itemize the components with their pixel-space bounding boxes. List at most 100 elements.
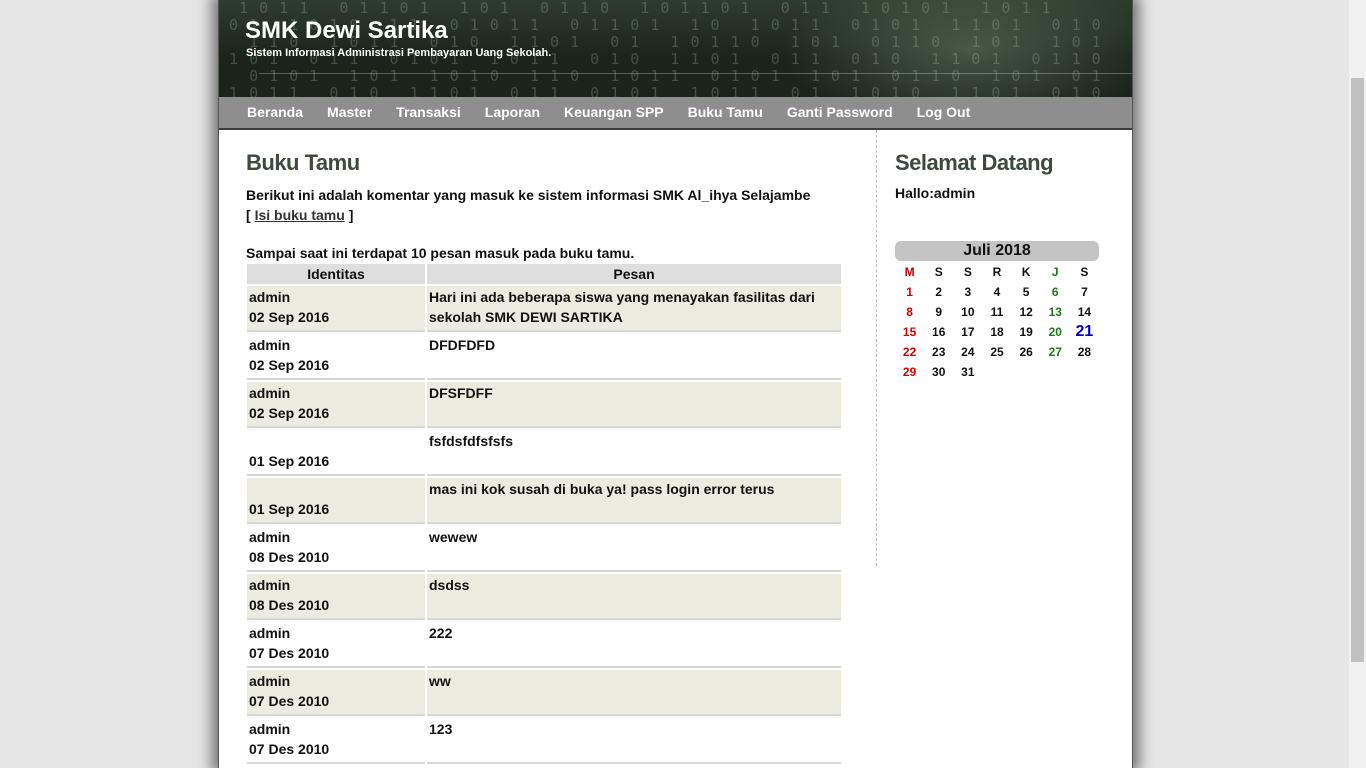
table-row: admin 07 Des 2010 ww: [247, 670, 841, 716]
weekday-label: J: [1051, 265, 1059, 279]
nav-item-laporan[interactable]: Laporan: [473, 97, 552, 128]
calendar-day-today: 21: [1075, 323, 1094, 340]
calendar-day: 2: [935, 285, 943, 299]
site-title: SMK Dewi Sartika: [245, 17, 448, 44]
author-name: admin: [249, 289, 291, 305]
author-name: admin: [249, 673, 291, 689]
nav-item-ganti-password[interactable]: Ganti Password: [775, 97, 905, 128]
message-cell: DFSFDFF: [427, 382, 841, 428]
scrollbar-thumb[interactable]: [1351, 78, 1364, 662]
calendar-day: 6: [1051, 285, 1059, 299]
table-row: admin 02 Sep 2016 DFDFDFD: [247, 334, 841, 380]
calendar-day: 27: [1048, 345, 1062, 359]
identity-cell: admin 02 Sep 2016: [247, 334, 425, 380]
calendar-day: 10: [961, 305, 975, 319]
table-row: admin 02 Sep 2016 Hari ini ada beberapa s…: [247, 286, 841, 332]
identity-cell: 01 Sep 2016: [247, 430, 425, 476]
post-date: 02 Sep 2016: [249, 405, 330, 421]
main-navbar: Beranda Master Transaksi Laporan Keuanga…: [219, 97, 1132, 130]
calendar-days: 1 2 3 4 5 6 7 8 9 10 11 12 13 14 15 16 17 18 19 20 21 22 23 24 2…: [895, 282, 1099, 382]
calendar-day: 20: [1048, 325, 1062, 339]
page-scrollbar[interactable]: [1349, 0, 1366, 768]
nav-item-log-out[interactable]: Log Out: [905, 97, 983, 128]
calendar-week-row: 8 9 10 11 12 13 14: [895, 302, 1099, 322]
sign-guestbook-link[interactable]: Isi buku tamu: [255, 207, 345, 223]
intro-text-block: Berikut ini adalah komentar yang masuk k…: [246, 185, 846, 225]
calendar-day: 5: [1022, 285, 1030, 299]
page-title: Buku Tamu: [246, 150, 360, 175]
author-name: admin: [249, 625, 291, 641]
calendar-day: 1: [906, 285, 913, 299]
author-name: admin: [249, 385, 291, 401]
weekday-label: M: [904, 265, 915, 279]
weekday-label: S: [934, 265, 943, 279]
author-name: [249, 479, 423, 499]
author-name: admin: [249, 721, 291, 737]
calendar-day: 14: [1077, 305, 1092, 319]
calendar-widget: Juli 2018 M S S R K J S 1 2 3 4 5 6 7 8 9 10 11 12 1…: [895, 241, 1099, 382]
calendar-day: 8: [906, 305, 913, 319]
weekday-label: S: [963, 265, 972, 279]
post-date: 02 Sep 2016: [249, 357, 330, 373]
nav-item-master[interactable]: Master: [315, 97, 384, 128]
message-cell: wewew: [427, 526, 841, 572]
message-cell: dsdss: [427, 574, 841, 620]
calendar-day: 3: [964, 285, 972, 299]
calendar-day: 12: [1019, 305, 1033, 319]
post-date: 08 Des 2010: [249, 549, 330, 565]
table-row: 01 Sep 2016 mas ini kok susah di buka ya…: [247, 478, 841, 524]
header-divider: [259, 73, 1132, 74]
nav-item-beranda[interactable]: Beranda: [219, 97, 315, 128]
sign-guestbook-line: [ Isi buku tamu ]: [246, 205, 846, 225]
calendar-grid: M S S R K J S 1 2 3 4 5 6 7 8 9 10 11 12 13 14 15 16 17 1…: [895, 262, 1099, 382]
nav-item-transaksi[interactable]: Transaksi: [384, 97, 473, 128]
calendar-day: 31: [961, 365, 975, 379]
calendar-week-row: 15 16 17 18 19 20 21: [895, 322, 1099, 342]
sidebar: Selamat Datang Hallo:admin Juli 2018 M S…: [895, 150, 1105, 382]
main-content: Buku Tamu Berikut ini adalah komentar ya…: [246, 150, 846, 766]
bracket-open: [: [246, 207, 251, 223]
message-cell: 123: [427, 718, 841, 764]
calendar-day: 9: [935, 305, 943, 319]
message-cell: DFDFDFD: [427, 334, 841, 380]
site-tagline: Sistem Informasi Administrasi Pembayaran…: [246, 47, 552, 59]
author-name: [249, 431, 423, 451]
calendar-week-row: 1 2 3 4 5 6 7: [895, 282, 1099, 302]
user-greeting: Hallo:admin: [895, 185, 976, 201]
post-date: 07 Des 2010: [249, 741, 330, 757]
calendar-day: 23: [932, 345, 946, 359]
calendar-day: 4: [993, 285, 1001, 299]
nav-item-buku-tamu[interactable]: Buku Tamu: [676, 97, 775, 128]
author-name: admin: [249, 337, 291, 353]
calendar-day: 17: [961, 325, 975, 339]
identity-cell: admin 08 Des 2010: [247, 574, 425, 620]
table-row: admin 08 Des 2010 dsdss: [247, 574, 841, 620]
message-cell: mas ini kok susah di buka ya! pass login…: [427, 478, 841, 524]
calendar-day: 7: [1081, 285, 1088, 299]
calendar-day: 22: [902, 345, 917, 359]
table-row: admin 07 Des 2010 123: [247, 718, 841, 764]
message-cell: fsfdsfdfsfsfs: [427, 430, 841, 476]
calendar-day: 30: [932, 365, 946, 379]
calendar-weekday-row: M S S R K J S: [895, 262, 1099, 282]
post-date: 01 Sep 2016: [249, 453, 330, 469]
calendar-week-row: 29 30 31: [895, 362, 1099, 382]
calendar-day: 18: [990, 325, 1004, 339]
identity-cell: admin 07 Des 2010: [247, 622, 425, 668]
calendar-day: 15: [902, 325, 917, 339]
weekday-label: R: [992, 265, 1002, 279]
nav-item-keuangan-spp[interactable]: Keuangan SPP: [552, 97, 676, 128]
calendar-day: 11: [990, 305, 1004, 319]
table-row: 01 Sep 2016 fsfdsfdfsfsfs: [247, 430, 841, 476]
table-row: admin 02 Sep 2016 DFSFDFF: [247, 382, 841, 428]
identity-cell: admin 02 Sep 2016: [247, 382, 425, 428]
bracket-close: ]: [348, 207, 354, 223]
identity-cell: admin 07 Des 2010: [247, 670, 425, 716]
author-name: admin: [249, 577, 291, 593]
post-date: 01 Sep 2016: [249, 501, 330, 517]
post-date: 08 Des 2010: [249, 597, 330, 613]
calendar-day: 16: [932, 325, 946, 339]
calendar-day: 25: [990, 345, 1004, 359]
calendar-day: 26: [1019, 345, 1033, 359]
message-cell: ww: [427, 670, 841, 716]
